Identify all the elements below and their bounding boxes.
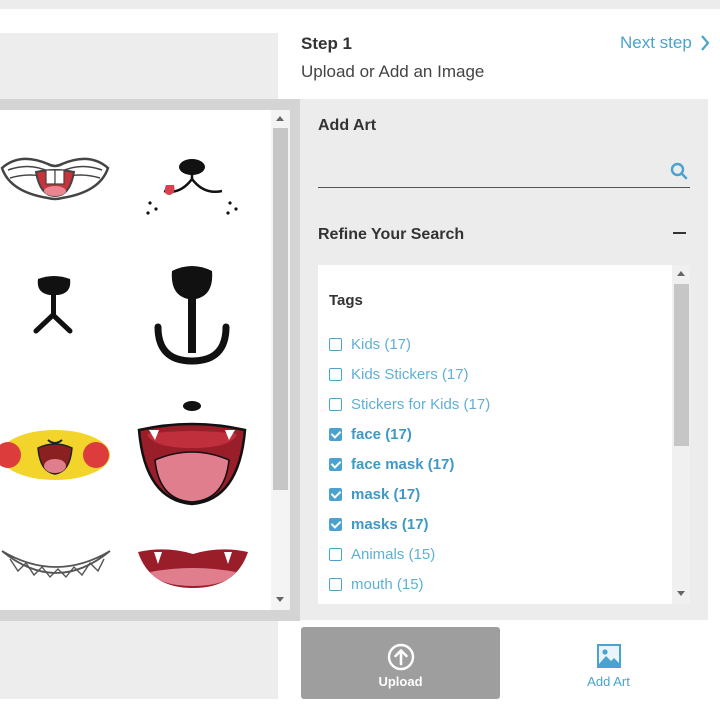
tag-stickers-for-kids[interactable]: Stickers for Kids (17) [329,396,490,413]
gallery-scrollbar-thumb[interactable] [273,128,288,490]
pikachu-mouth-icon[interactable] [0,428,115,483]
upload-label: Upload [378,674,423,689]
gallery-scroll-up-icon[interactable] [276,116,284,121]
tag-mouth[interactable]: mouth (15) [329,576,424,593]
shark-teeth-icon[interactable] [0,545,112,590]
search-icon[interactable] [670,162,688,180]
tags-scrollbar-thumb[interactable] [674,284,689,446]
next-step-label: Next step [620,33,692,52]
tag-label: Kids (17) [351,336,412,353]
refine-search-heading: Refine Your Search [318,226,465,243]
add-art-button[interactable]: Add Art [509,621,708,699]
tag-masks[interactable]: masks (17) [329,516,429,533]
tag-label: Kids Stickers (17) [351,366,469,383]
fang-mouth-icon[interactable] [136,542,251,592]
tag-label: Stickers for Kids (17) [351,396,491,413]
tag-checkbox[interactable] [329,518,342,531]
tags-scroll-up-icon[interactable] [677,271,685,276]
tag-checkbox[interactable] [329,548,342,561]
tag-label: face mask (17) [351,456,455,473]
tag-animals[interactable]: Animals (15) [329,546,435,563]
upload-button[interactable]: Upload [301,627,500,699]
step-title: Step 1 [301,34,353,53]
next-step-link[interactable]: Next step [620,33,710,53]
tag-label: Animals (15) [351,546,436,563]
tag-checkbox[interactable] [329,488,342,501]
tag-label: mouth (15) [351,576,424,593]
dog-nose-anchor-icon[interactable] [152,265,232,370]
step-subtitle: Upload or Add an Image [301,62,485,81]
upload-arrow-icon [387,643,415,671]
top-bar [0,0,720,9]
tag-face-mask[interactable]: face mask (17) [329,456,454,473]
button-gap [500,621,509,699]
tag-mask[interactable]: mask (17) [329,486,420,503]
small-dog-nose-icon[interactable] [30,275,78,340]
tag-label: face (17) [351,426,412,443]
tag-checkbox[interactable] [329,578,342,591]
art-gallery [0,110,290,610]
tags-scroll-down-icon[interactable] [677,591,685,596]
bunny-mouth-icon[interactable] [0,150,110,225]
add-art-label: Add Art [587,674,630,689]
tag-checkbox[interactable] [329,458,342,471]
collapse-minus-icon[interactable] [673,232,686,234]
tag-checkbox[interactable] [329,398,342,411]
tag-label: mask (17) [351,486,421,503]
tag-checkbox[interactable] [329,428,342,441]
tag-label: masks (17) [351,516,429,533]
tags-title: Tags [329,292,363,309]
tag-checkbox[interactable] [329,338,342,351]
gallery-scroll-down-icon[interactable] [276,597,284,602]
cat-nose-icon[interactable] [140,155,245,225]
tag-kids-stickers[interactable]: Kids Stickers (17) [329,366,469,383]
canvas-footer-area [0,621,278,699]
art-search-input[interactable] [318,156,690,188]
chevron-right-icon [700,35,710,51]
tag-kids[interactable]: Kids (17) [329,336,411,353]
open-mouth-tongue-icon[interactable] [135,400,250,510]
tag-face[interactable]: face (17) [329,426,412,443]
tag-checkbox[interactable] [329,368,342,381]
image-icon [597,644,621,668]
canvas-header-area [0,33,278,99]
add-art-heading: Add Art [318,117,377,134]
